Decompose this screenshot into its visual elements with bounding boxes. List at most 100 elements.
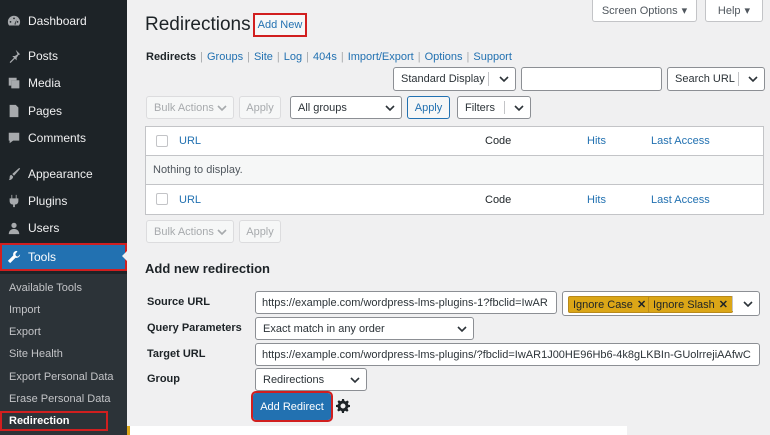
chevron-down-icon — [385, 103, 395, 113]
column-last-access[interactable]: Last Access — [651, 194, 710, 206]
bottom-apply-button[interactable]: Apply — [239, 220, 281, 243]
group-select[interactable]: Redirections — [255, 368, 367, 391]
flag-ignore-case[interactable]: Ignore Case ✕ — [568, 296, 652, 313]
screen-options-button[interactable]: Screen Options ▾ — [592, 0, 697, 22]
search-input[interactable] — [521, 67, 662, 91]
view-redirects[interactable]: Redirects — [146, 51, 196, 63]
add-new-button[interactable]: Add New — [253, 13, 307, 37]
remove-icon[interactable]: ✕ — [637, 298, 646, 311]
redirects-table: URL Code Hits Last Access Nothing to dis… — [145, 126, 764, 215]
source-url-input[interactable]: https://example.com/wordpress-lms-plugin… — [255, 291, 557, 314]
search-url-button[interactable]: Search URL — [667, 67, 765, 91]
bulk-actions-value: Bulk Actions — [154, 225, 214, 238]
submenu-erase-personal-data[interactable]: Erase Personal Data — [0, 389, 127, 409]
column-last-access[interactable]: Last Access — [651, 135, 710, 147]
url-flags-select[interactable]: Ignore Case ✕ Ignore Slash ✕ — [562, 291, 760, 316]
chevron-down-icon — [217, 227, 227, 237]
caret-down-icon: ▾ — [744, 5, 751, 17]
form-title: Add new redirection — [145, 261, 270, 276]
help-button[interactable]: Help ▾ — [705, 0, 763, 22]
brush-icon — [6, 166, 22, 182]
menu-label: Appearance — [28, 167, 93, 181]
submenu-export[interactable]: Export — [0, 322, 127, 342]
menu-media[interactable]: Media — [0, 70, 127, 96]
table-footer-row: URL Code Hits Last Access — [146, 185, 763, 214]
target-url-input[interactable]: https://example.com/wordpress-lms-plugin… — [255, 343, 760, 366]
submenu-available-tools[interactable]: Available Tools — [0, 278, 127, 298]
search-url-label: Search URL — [675, 73, 735, 85]
separator: | — [466, 51, 470, 63]
flag-ignore-slash[interactable]: Ignore Slash ✕ — [648, 296, 733, 313]
view-log[interactable]: Log — [284, 51, 302, 63]
view-site[interactable]: Site — [254, 51, 273, 63]
menu-appearance[interactable]: Appearance — [0, 161, 127, 187]
chevron-down-icon — [499, 74, 509, 84]
column-code: Code — [485, 193, 512, 206]
menu-plugins[interactable]: Plugins — [0, 188, 127, 214]
submenu-site-health[interactable]: Site Health — [0, 344, 127, 364]
page-title: Redirections — [145, 14, 251, 35]
column-hits[interactable]: Hits — [587, 135, 606, 147]
gear-icon[interactable] — [335, 398, 351, 414]
display-select[interactable]: Standard Display — [393, 67, 516, 91]
dashboard-icon — [6, 13, 22, 29]
view-404s[interactable]: 404s — [313, 51, 337, 63]
add-redirect-button[interactable]: Add Redirect — [251, 391, 333, 422]
chevron-down-icon — [743, 299, 753, 309]
bottom-bulk-actions-select[interactable]: Bulk Actions — [146, 220, 234, 243]
pin-icon — [6, 48, 22, 64]
query-parameters-value: Exact match in any order — [263, 322, 385, 335]
submenu-redirection[interactable]: Redirection — [0, 411, 108, 431]
column-url[interactable]: URL — [179, 135, 201, 147]
remove-icon[interactable]: ✕ — [719, 298, 728, 311]
users-icon — [6, 220, 22, 236]
separator: | — [276, 51, 280, 63]
chevron-down-icon — [217, 103, 227, 113]
select-all-checkbox[interactable] — [156, 193, 168, 205]
menu-label: Posts — [28, 49, 59, 63]
separator: | — [200, 51, 203, 63]
bulk-actions-value: Bulk Actions — [154, 101, 214, 114]
query-parameters-label: Query Parameters — [147, 322, 242, 334]
view-options[interactable]: Options — [425, 51, 463, 63]
select-all-checkbox[interactable] — [156, 135, 168, 147]
chevron-down-icon — [457, 324, 467, 334]
divider — [488, 72, 489, 86]
menu-tools[interactable]: Tools — [0, 243, 127, 271]
screen-options-label: Screen Options — [601, 4, 678, 17]
filters-button[interactable]: Filters — [457, 96, 531, 119]
menu-label: Tools — [28, 250, 57, 264]
main-content: Screen Options ▾ Help ▾ Redirections Add… — [127, 0, 770, 435]
menu-users[interactable]: Users — [0, 215, 127, 241]
filters-label: Filters — [465, 101, 495, 114]
empty-message: Nothing to display. — [153, 164, 243, 176]
column-hits[interactable]: Hits — [587, 194, 606, 206]
submenu-import[interactable]: Import — [0, 300, 127, 320]
query-parameters-select[interactable]: Exact match in any order — [255, 317, 474, 340]
separator: | — [417, 51, 421, 63]
menu-posts[interactable]: Posts — [0, 43, 127, 69]
view-import-export[interactable]: Import/Export — [348, 51, 414, 63]
flag-label: Ignore Slash — [653, 298, 715, 311]
chevron-down-icon — [350, 375, 360, 385]
tools-submenu: Available Tools Import Export Site Healt… — [0, 274, 127, 435]
menu-dashboard[interactable]: Dashboard — [0, 8, 127, 34]
view-support[interactable]: Support — [473, 51, 512, 63]
view-groups[interactable]: Groups — [207, 51, 243, 63]
column-code: Code — [485, 135, 512, 147]
source-url-label: Source URL — [147, 296, 210, 308]
group-apply-button[interactable]: Apply — [407, 96, 450, 119]
menu-pages[interactable]: Pages — [0, 98, 127, 124]
submenu-export-personal-data[interactable]: Export Personal Data — [0, 367, 127, 387]
bulk-apply-button[interactable]: Apply — [239, 96, 281, 119]
group-filter-select[interactable]: All groups — [290, 96, 402, 119]
help-label: Help — [717, 4, 741, 17]
column-url[interactable]: URL — [179, 194, 201, 206]
plugin-icon — [6, 193, 22, 209]
bulk-actions-select[interactable]: Bulk Actions — [146, 96, 234, 119]
group-filter-value: All groups — [298, 101, 347, 114]
group-label: Group — [147, 373, 180, 385]
wrench-icon — [6, 249, 22, 265]
menu-label: Dashboard — [28, 14, 87, 28]
menu-comments[interactable]: Comments — [0, 125, 127, 151]
